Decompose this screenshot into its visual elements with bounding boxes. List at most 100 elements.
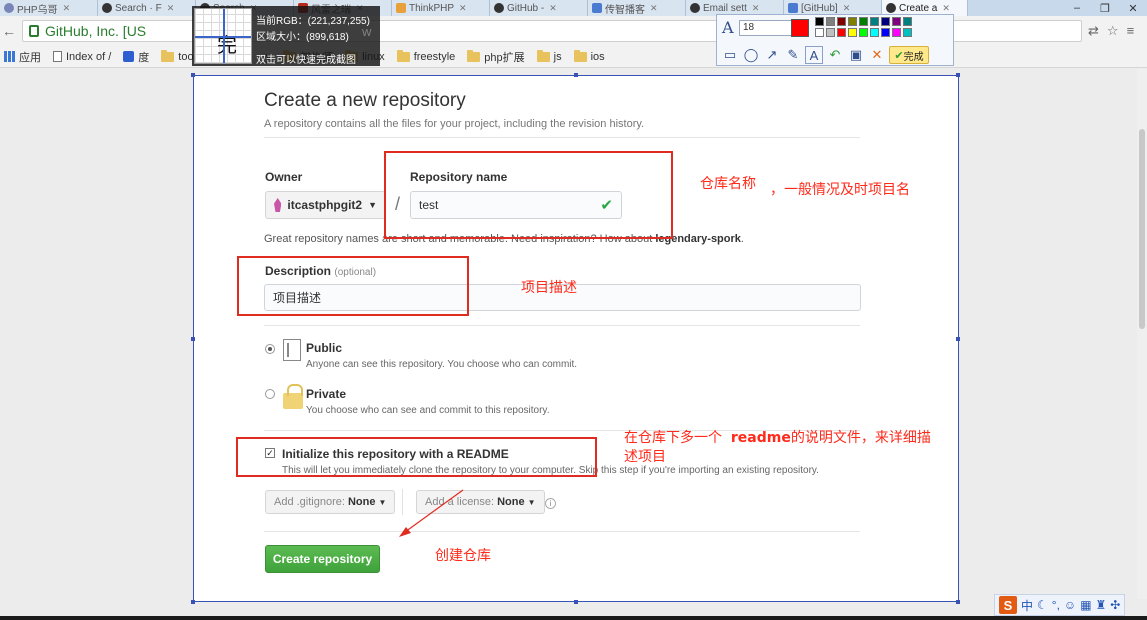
- star-icon[interactable]: ☆: [1107, 23, 1119, 39]
- minimize-icon[interactable]: –: [1063, 0, 1091, 16]
- bookmark-item[interactable]: too: [161, 49, 194, 63]
- tab-close-icon[interactable]: ✕: [752, 3, 760, 14]
- palette-swatch[interactable]: [892, 28, 901, 37]
- palette-swatch[interactable]: [903, 28, 912, 37]
- browser-tab[interactable]: Search · F ✕: [98, 0, 196, 16]
- browser-tab[interactable]: 传智播客 ✕: [588, 0, 686, 16]
- keyboard-icon[interactable]: ▦: [1080, 598, 1091, 612]
- close-icon[interactable]: ✕: [1119, 0, 1147, 16]
- annotation-repo-name-a: 仓库名称: [700, 176, 756, 192]
- annotation-arrow-line: [404, 489, 464, 533]
- tab-close-icon[interactable]: ✕: [459, 3, 467, 14]
- ellipse-icon[interactable]: ◯: [742, 46, 760, 64]
- gitignore-dropdown[interactable]: Add .gitignore: None ▼: [265, 490, 396, 514]
- maximize-icon[interactable]: ❐: [1091, 0, 1119, 16]
- bookmark-label: Index of /: [66, 50, 112, 63]
- palette-swatch[interactable]: [870, 28, 879, 37]
- window-controls: – ❐ ✕: [1063, 0, 1147, 16]
- tools-icon[interactable]: ✣: [1110, 598, 1120, 612]
- public-radio[interactable]: [265, 344, 275, 354]
- palette-swatch[interactable]: [826, 28, 835, 37]
- address-bar-actions: ⇄ ☆ ≡: [1088, 23, 1134, 39]
- sogou-logo-icon[interactable]: S: [999, 596, 1017, 614]
- brush-icon[interactable]: ✎: [784, 46, 802, 64]
- selection-handle[interactable]: [574, 600, 578, 604]
- selection-handle[interactable]: [956, 600, 960, 604]
- browser-tab[interactable]: GitHub - ✕: [490, 0, 588, 16]
- font-icon[interactable]: A: [722, 18, 734, 37]
- selection-handle[interactable]: [956, 337, 960, 341]
- palette-swatch[interactable]: [892, 17, 901, 26]
- folder-icon: [467, 49, 481, 62]
- selection-handle[interactable]: [956, 73, 960, 77]
- bookmark-item[interactable]: 应用: [4, 49, 41, 65]
- palette-swatch[interactable]: [870, 17, 879, 26]
- palette-swatch[interactable]: [837, 28, 846, 37]
- tab-close-icon[interactable]: ✕: [843, 3, 851, 14]
- owner-dropdown[interactable]: itcastphpgit2 ▼: [265, 191, 386, 219]
- public-repo-icon: [283, 339, 301, 361]
- page-scrollbar[interactable]: [1137, 69, 1147, 599]
- tab-close-icon[interactable]: ✕: [942, 3, 950, 14]
- arrow-icon[interactable]: ↗: [763, 46, 781, 64]
- tab-close-icon[interactable]: ✕: [650, 3, 658, 14]
- bookmark-item[interactable]: js: [536, 49, 562, 63]
- info-icon[interactable]: i: [545, 498, 556, 509]
- bookmarks-bar: 应用Index of /度tooy架构师linuxfreestylephp扩展j…: [0, 46, 1147, 68]
- back-arrow-icon[interactable]: ←: [2, 23, 16, 39]
- tab-close-icon[interactable]: ✕: [63, 3, 71, 14]
- selection-handle[interactable]: [191, 73, 195, 77]
- annotation-create: 创建仓库: [435, 548, 491, 564]
- menu-icon[interactable]: ≡: [1127, 23, 1135, 39]
- palette-swatch[interactable]: [881, 17, 890, 26]
- bookmark-item[interactable]: freestyle: [396, 49, 456, 63]
- bookmark-label: freestyle: [413, 50, 456, 63]
- done-button[interactable]: ✔ 完成: [889, 46, 929, 64]
- bookmark-item[interactable]: Index of /: [53, 51, 111, 63]
- save-icon[interactable]: ▣: [847, 46, 865, 64]
- palette-swatch[interactable]: [826, 17, 835, 26]
- page-subtitle: A repository contains all the files for …: [264, 118, 645, 130]
- palette-swatch[interactable]: [848, 17, 857, 26]
- palette-swatch[interactable]: [859, 28, 868, 37]
- bookmark-item[interactable]: 度: [123, 49, 149, 65]
- emoji-icon[interactable]: ☺: [1064, 598, 1076, 612]
- selection-handle[interactable]: [191, 337, 195, 341]
- rectangle-icon[interactable]: ▭: [721, 46, 739, 64]
- php-icon: [4, 3, 14, 13]
- text-icon[interactable]: A: [805, 46, 823, 64]
- selection-handle[interactable]: [574, 73, 578, 77]
- divider: [264, 531, 860, 532]
- palette-swatch[interactable]: [903, 17, 912, 26]
- annotation-readme-c: 的说明文件，来详细描: [790, 430, 931, 446]
- apps-icon: [4, 51, 15, 62]
- bookmark-item[interactable]: php扩展: [467, 49, 525, 65]
- tab-close-icon[interactable]: ✕: [549, 3, 557, 14]
- gitignore-label: Add .gitignore:: [274, 496, 345, 508]
- palette-swatch[interactable]: [881, 28, 890, 37]
- moon-icon[interactable]: ☾: [1037, 598, 1048, 612]
- scrollbar-thumb[interactable]: [1139, 129, 1145, 329]
- palette-swatch[interactable]: [815, 28, 824, 37]
- tab-close-icon[interactable]: ✕: [167, 3, 175, 14]
- ime-language[interactable]: 中: [1021, 597, 1033, 614]
- palette-swatch[interactable]: [815, 17, 824, 26]
- shirt-icon[interactable]: ♜: [1096, 598, 1107, 612]
- palette-swatch[interactable]: [859, 17, 868, 26]
- palette-swatch[interactable]: [837, 17, 846, 26]
- private-radio[interactable]: [265, 389, 275, 399]
- undo-icon[interactable]: ↶: [826, 46, 844, 64]
- divider: [264, 137, 860, 138]
- current-color-swatch[interactable]: [791, 19, 809, 37]
- punctuation-icon[interactable]: °,: [1052, 598, 1060, 612]
- cancel-icon[interactable]: ✕: [868, 46, 886, 64]
- snap-hint: 双击可以快速完成截图: [256, 55, 356, 66]
- browser-tab[interactable]: ThinkPHP ✕: [392, 0, 490, 16]
- palette-swatch[interactable]: [848, 28, 857, 37]
- bookmark-item[interactable]: ios: [573, 49, 605, 63]
- create-repository-button[interactable]: Create repository: [265, 545, 380, 573]
- translate-icon[interactable]: ⇄: [1088, 23, 1099, 39]
- browser-tab[interactable]: PHP乌哥 ✕: [0, 0, 98, 16]
- github-icon: [494, 3, 504, 13]
- selection-handle[interactable]: [191, 600, 195, 604]
